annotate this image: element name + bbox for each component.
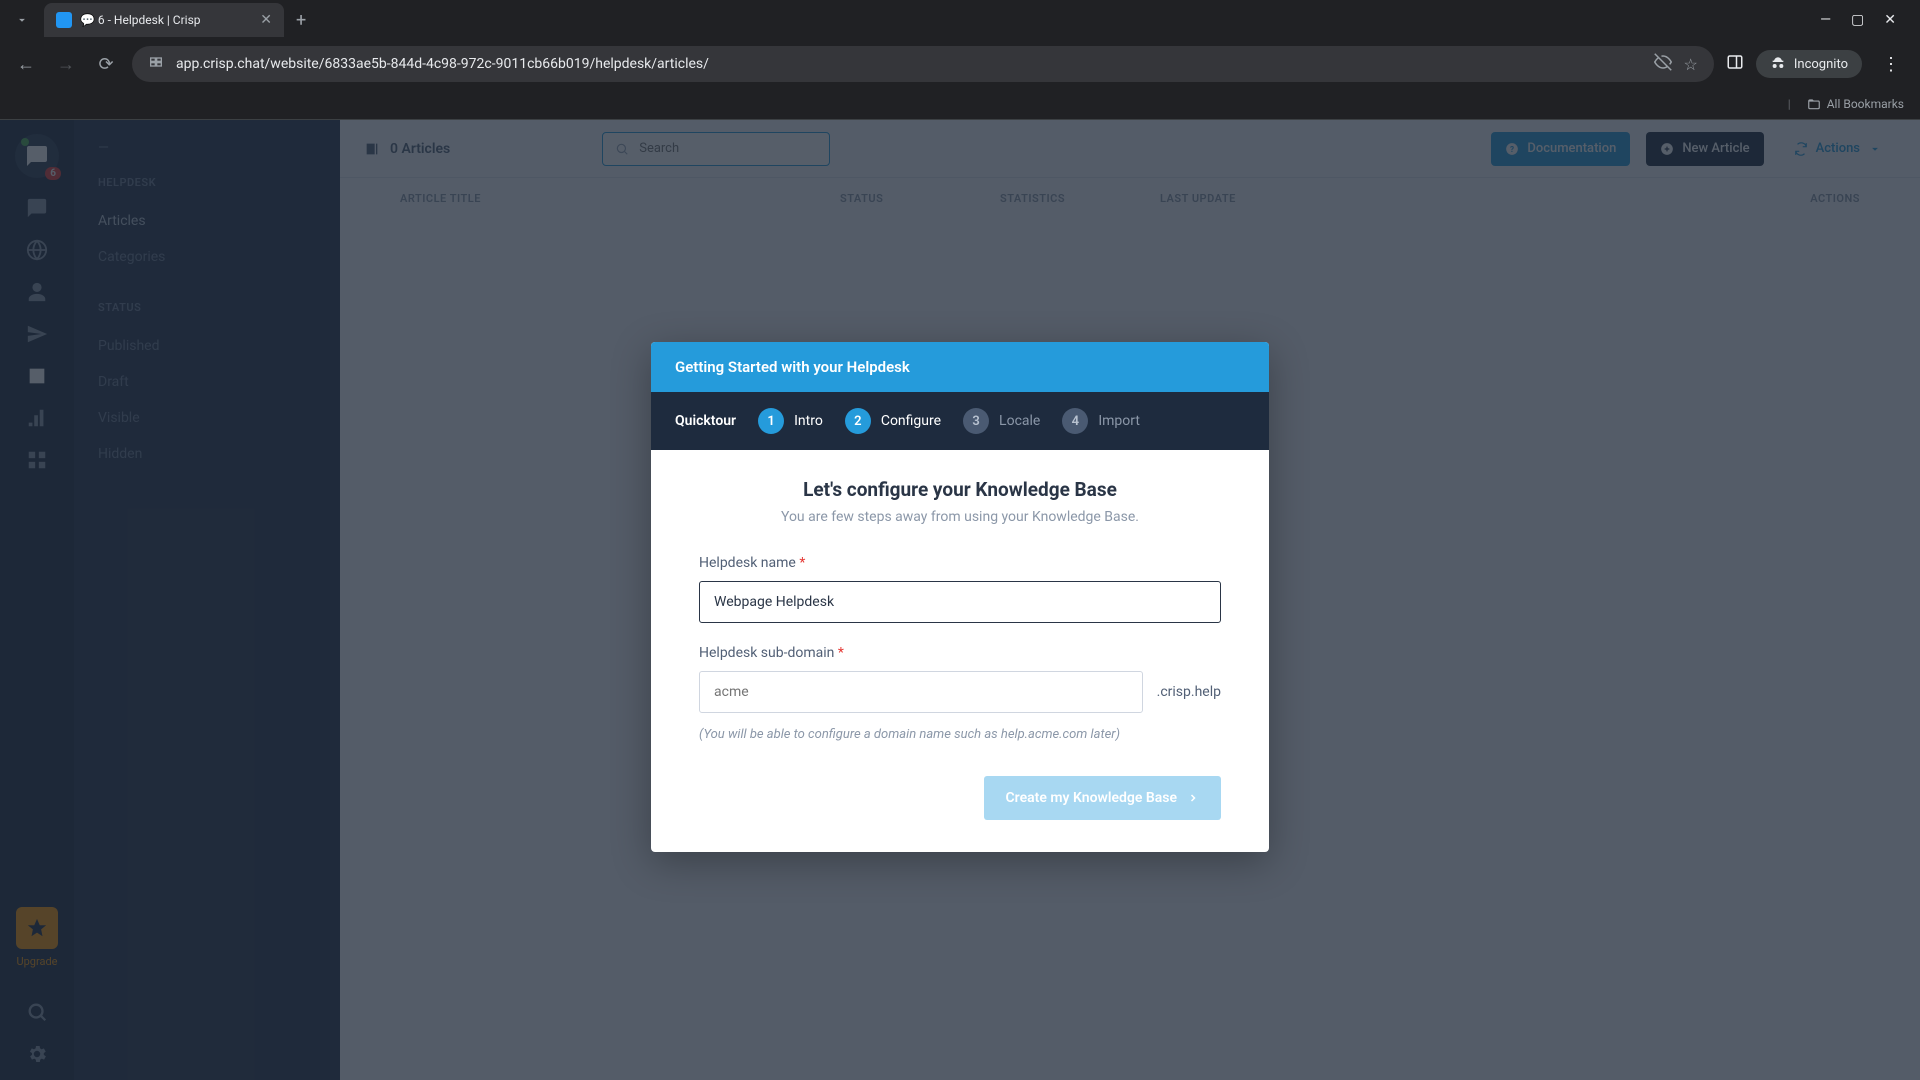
step-4-num: 4	[1062, 408, 1088, 434]
step-2-num: 2	[845, 408, 871, 434]
step-4-label: Import	[1098, 413, 1140, 429]
chevron-right-icon	[1187, 792, 1199, 804]
tab-title: 💬 6 - Helpdesk | Crisp	[80, 13, 252, 27]
incognito-badge[interactable]: Incognito	[1756, 50, 1862, 78]
new-tab-button[interactable]: +	[296, 10, 306, 31]
modal-footer: Create my Knowledge Base	[699, 776, 1221, 820]
helpdesk-name-input[interactable]	[699, 581, 1221, 623]
forward-button[interactable]: →	[52, 54, 80, 75]
favicon	[56, 12, 72, 28]
close-window-icon[interactable]: ✕	[1884, 12, 1896, 28]
address-bar[interactable]: app.crisp.chat/website/6833ae5b-844d-4c9…	[132, 46, 1714, 82]
modal-header: Getting Started with your Helpdesk	[651, 342, 1269, 392]
step-1-num: 1	[758, 408, 784, 434]
reload-button[interactable]: ⟳	[92, 54, 120, 75]
step-configure[interactable]: 2 Configure	[845, 408, 941, 434]
back-button[interactable]: ←	[12, 54, 40, 75]
step-intro[interactable]: 1 Intro	[758, 408, 823, 434]
address-bar-row: ← → ⟳ app.crisp.chat/website/6833ae5b-84…	[0, 40, 1920, 88]
modal-subtitle: You are few steps away from using your K…	[699, 509, 1221, 525]
step-2-label: Configure	[881, 413, 941, 429]
browser-tab[interactable]: 💬 6 - Helpdesk | Crisp ✕	[44, 3, 284, 37]
window-controls: — ▢ ✕	[1820, 12, 1912, 28]
modal-body: Let's configure your Knowledge Base You …	[651, 450, 1269, 852]
modal-steps: Quicktour 1 Intro 2 Configure 3 Locale 4…	[651, 392, 1269, 450]
bookmarks-bar: | All Bookmarks	[0, 88, 1920, 120]
site-info-icon[interactable]	[148, 54, 164, 74]
app-container: 6 Upgrade — HELPDESK Articles Categories…	[0, 120, 1920, 1080]
all-bookmarks-button[interactable]: All Bookmarks	[1807, 97, 1904, 111]
create-knowledge-base-button[interactable]: Create my Knowledge Base	[984, 776, 1221, 820]
create-button-label: Create my Knowledge Base	[1006, 790, 1177, 806]
minimize-icon[interactable]: —	[1820, 12, 1831, 28]
helpdesk-subdomain-label: Helpdesk sub-domain *	[699, 645, 1221, 661]
step-3-num: 3	[963, 408, 989, 434]
tab-search-dropdown[interactable]	[8, 6, 36, 34]
all-bookmarks-label: All Bookmarks	[1827, 97, 1904, 111]
modal-title: Let's configure your Knowledge Base	[699, 478, 1221, 501]
helpdesk-subdomain-input[interactable]	[699, 671, 1143, 713]
subdomain-suffix: .crisp.help	[1157, 684, 1221, 700]
step-3-label: Locale	[999, 413, 1040, 429]
quicktour-label: Quicktour	[675, 413, 736, 429]
step-1-label: Intro	[794, 413, 823, 429]
browser-menu-icon[interactable]: ⋮	[1874, 54, 1908, 75]
tab-strip: 💬 6 - Helpdesk | Crisp ✕ + — ▢ ✕	[0, 0, 1920, 40]
subdomain-row: .crisp.help	[699, 671, 1221, 713]
onboarding-modal: Getting Started with your Helpdesk Quick…	[651, 342, 1269, 852]
url-text: app.crisp.chat/website/6833ae5b-844d-4c9…	[176, 56, 1642, 72]
tab-close-icon[interactable]: ✕	[260, 12, 272, 28]
step-locale[interactable]: 3 Locale	[963, 408, 1040, 434]
bookmark-star-icon[interactable]: ☆	[1684, 55, 1698, 74]
incognito-label: Incognito	[1794, 57, 1848, 72]
eye-off-icon[interactable]	[1654, 53, 1672, 75]
maximize-icon[interactable]: ▢	[1851, 12, 1864, 28]
side-panel-icon[interactable]	[1726, 53, 1744, 75]
helpdesk-name-label: Helpdesk name *	[699, 555, 1221, 571]
step-import[interactable]: 4 Import	[1062, 408, 1140, 434]
subdomain-hint: (You will be able to configure a domain …	[699, 727, 1221, 742]
